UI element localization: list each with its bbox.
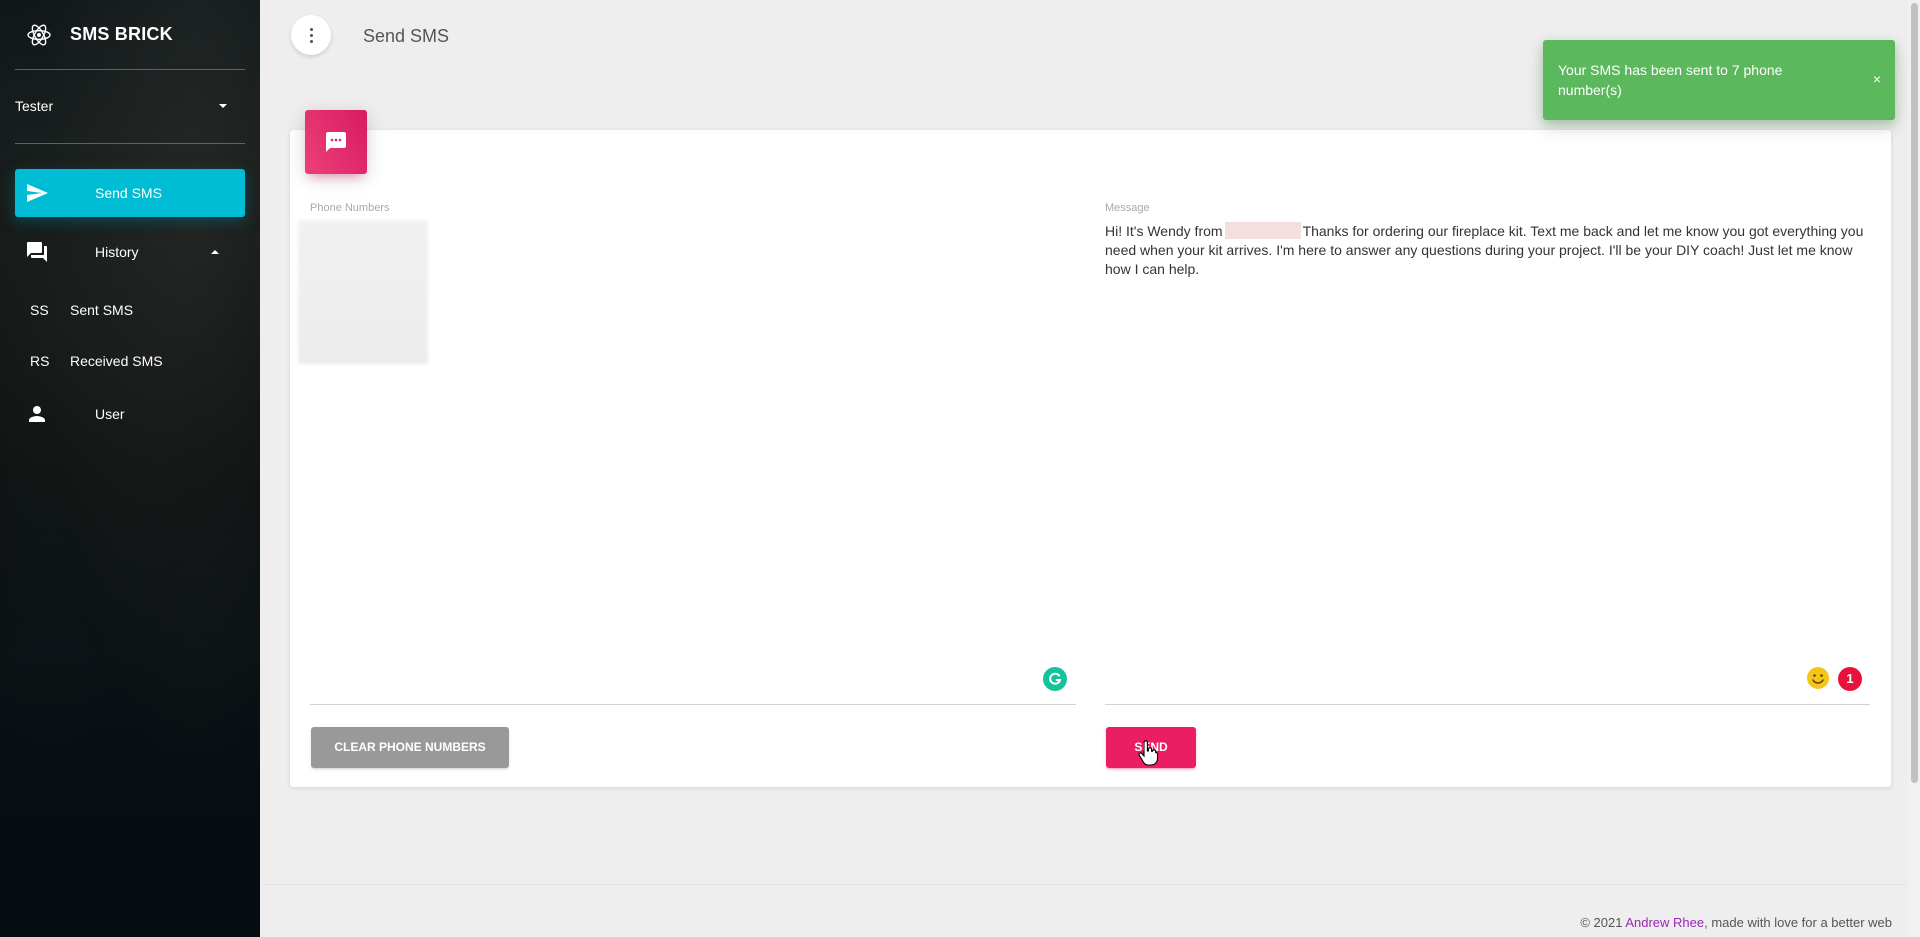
caret-down-icon [219,104,227,108]
notification-message: Your SMS has been sent to 7 phone number… [1558,62,1783,98]
more-vert-icon [310,40,313,43]
grammarly-g-icon [1049,672,1062,685]
sidebar-item-abbr: SS [30,302,49,318]
caret-up-icon [211,250,219,254]
footer-tagline: , made with love for a better web [1704,915,1892,930]
phone-numbers-underline [310,704,1076,705]
footer-divider [260,884,1908,885]
brand-logo[interactable]: SMS BRICK [0,0,260,68]
sidebar-divider [15,69,245,70]
sidebar-item-abbr: RS [30,353,50,369]
page-title: Send SMS [363,26,450,46]
message-underline [1105,704,1870,705]
sidebar-item-label: Sent SMS [70,302,134,318]
atom-icon [27,24,51,46]
forum-icon [27,242,47,262]
send-icon [27,184,48,202]
hand-cursor-icon [1138,740,1158,766]
card-header-icon [305,110,367,174]
success-notification: Your SMS has been sent to 7 phone number… [1543,40,1895,120]
sidebar-item-label: Received SMS [70,353,163,369]
phone-numbers-label: Phone Numbers [310,202,390,214]
redacted-text [1224,222,1301,239]
sms-icon [326,132,346,152]
grammarly-icon[interactable] [1043,667,1067,691]
clear-phone-numbers-button[interactable]: CLEAR PHONE NUMBERS [311,727,509,768]
notification-badge[interactable]: 1 [1838,667,1862,691]
footer-author-link[interactable]: Andrew Rhee [1625,915,1704,930]
more-vert-icon [310,34,313,37]
sidebar-toggle-button[interactable] [291,15,331,55]
sidebar-item-sent-sms[interactable]: SS Sent SMS [15,290,245,330]
sidebar-item-label: Send SMS [95,185,162,201]
phone-numbers-input[interactable] [298,220,428,364]
scrollbar-thumb[interactable] [1911,3,1918,783]
message-textarea[interactable]: Hi! It's Wendy from Thanks for ordering o… [1105,222,1865,279]
emoji-icon[interactable] [1806,666,1830,690]
sidebar-item-user[interactable]: User [15,390,245,438]
message-label: Message [1105,202,1150,214]
footer: © 2021 Andrew Rhee, made with love for a… [1580,915,1892,930]
user-menu-toggle[interactable]: Tester [15,92,245,120]
brand-name: SMS BRICK [70,24,173,44]
sidebar-divider [15,143,245,144]
sidebar-item-label: User [95,406,125,422]
sidebar: SMS BRICK Tester Send SMS History SS Sen… [0,0,260,937]
sidebar-item-label: History [95,244,139,260]
sidebar-overlay [0,0,260,937]
sidebar-item-history[interactable]: History [15,228,245,276]
sidebar-item-send-sms[interactable]: Send SMS [15,169,245,217]
sidebar-item-received-sms[interactable]: RS Received SMS [15,341,245,381]
message-text-part: Hi! It's Wendy from [1105,223,1223,239]
footer-copyright: © 2021 [1580,915,1623,930]
close-icon[interactable]: × [1873,71,1881,87]
person-icon [29,406,45,422]
more-vert-icon [310,28,313,31]
user-name: Tester [15,98,54,114]
